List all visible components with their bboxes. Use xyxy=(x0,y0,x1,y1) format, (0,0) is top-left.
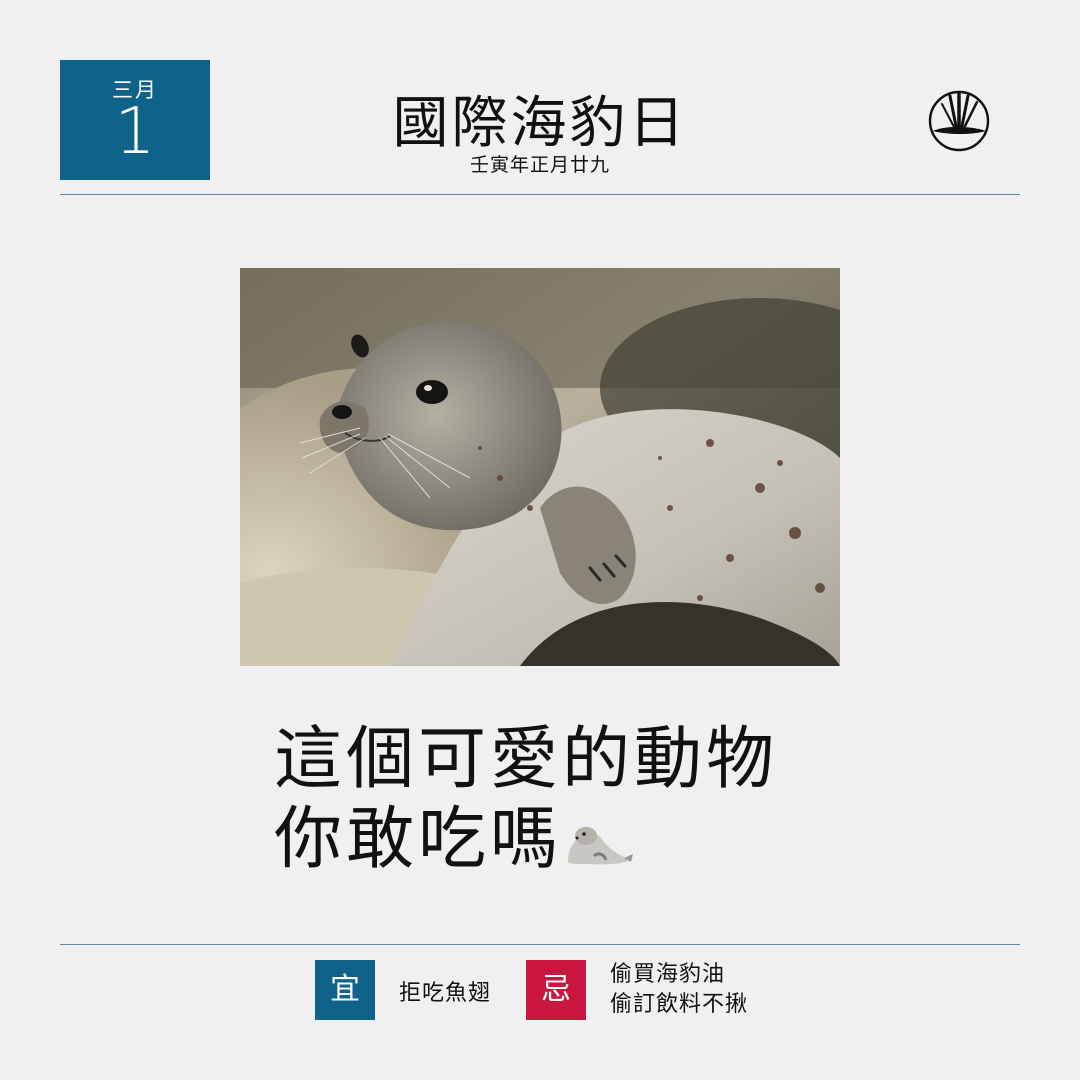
brush-strokes-logo-icon xyxy=(928,90,990,152)
auspicious-text: 拒吃魚翅 xyxy=(399,981,492,1006)
inauspicious-badge: 忌 xyxy=(526,960,586,1020)
inauspicious-line-1: 偷買海豹油 xyxy=(610,962,726,987)
seal-icon xyxy=(568,827,634,865)
inauspicious-text: 偷買海豹油 偷訂飲料不揪 xyxy=(610,960,748,1020)
bottom-divider xyxy=(60,944,1020,945)
seal-photo xyxy=(240,268,840,666)
auspicious-badge: 宜 xyxy=(315,960,375,1020)
headline-line-1: 這個可愛的動物 xyxy=(274,720,779,799)
headline-line-2: 你敢吃嗎 xyxy=(274,800,914,880)
inauspicious-line-2: 偷訂飲料不揪 xyxy=(610,992,749,1017)
headline: 這個可愛的動物 你敢吃嗎 xyxy=(274,720,914,880)
lunar-date: 壬寅年正月廿九 xyxy=(469,154,610,176)
page-title: 國際海豹日 xyxy=(392,91,688,156)
headline-line-2-text: 你敢吃嗎 xyxy=(274,800,563,879)
top-divider xyxy=(60,194,1020,195)
